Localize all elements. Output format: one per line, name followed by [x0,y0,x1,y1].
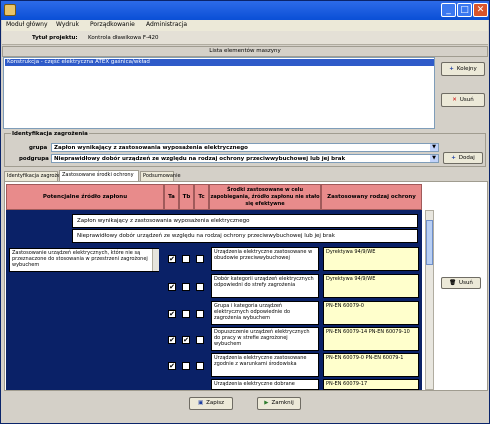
group-title: Identyfikacja zagrożenia [11,131,89,137]
project-title: Kontrola dławikowa F-420 [88,35,159,41]
tb-checkbox[interactable] [182,310,190,318]
list-item[interactable]: Konstrukcja - część elektryczna ATEX gaś… [5,59,434,66]
header-measures: Środki zastosowane w celu zapobiegania, … [209,184,321,210]
delete-icon: ✕ [452,97,457,103]
header-ta: Ta [164,184,179,210]
chevron-down-icon[interactable]: ▼ [430,144,438,151]
header-protection: Zastosowany rodzaj ochrony [321,184,422,210]
subgroup-select[interactable]: Nieprawidłowy dobór urządzeń ze względu … [51,154,439,163]
menu-item-order[interactable]: Porządkowanie [90,21,135,28]
delete-element-label: Usuń [459,97,474,103]
header-ignition-source: Potencjalne źródło zapłonu [6,184,164,210]
tb-checkbox[interactable] [182,283,190,291]
measure-cell[interactable]: Grupa i kategoria urządzeń elektrycznych… [211,301,319,325]
subgroup-select-value: Nieprawidłowy dobór urządzeń ze względu … [54,156,346,162]
tc-checkbox[interactable] [196,362,204,370]
app-icon [4,4,16,16]
add-element-button[interactable]: + Kolejny [441,62,485,76]
elements-list[interactable]: Konstrukcja - część elektryczna ATEX gaś… [3,57,435,129]
trash-icon: 🗑 [449,280,457,286]
chevron-down-icon[interactable]: ▼ [430,155,438,162]
tc-checkbox[interactable] [196,310,204,318]
protection-cell[interactable]: PN-EN 60079-14 PN-EN 60079-10 [323,327,419,351]
close-label: Zamknij [271,400,294,406]
main-window: _ □ ✕ Moduł główny Wydruk Porządkowanie … [0,0,490,424]
project-label: Tytuł projektu: [32,35,78,41]
tab-identification[interactable]: Identyfikacja zagrożenia [4,171,68,181]
delete-element-button[interactable]: ✕ Usuń [441,93,485,107]
tb-checkbox[interactable]: ✔ [182,336,190,344]
header-tc: Tc [194,184,209,210]
measure-cell[interactable]: Urządzenia elektryczne dobrane [211,379,319,390]
add-hazard-button[interactable]: + Dodaj [443,152,483,164]
protection-cell[interactable]: PN-EN 60079-0 [323,301,419,325]
title-bar: _ □ ✕ [1,1,489,20]
source-scrollbar[interactable] [152,249,159,271]
project-info: Tytuł projektu: Kontrola dławikowa F-420 [2,31,488,45]
tc-checkbox[interactable] [196,336,204,344]
delete-measure-button[interactable]: 🗑 Usuń [441,277,481,289]
header-tb: Tb [179,184,194,210]
band-subgroup: Nieprawidłowy dobór urządzeń ze względu … [72,229,418,243]
menu-item-main[interactable]: Moduł główny [6,21,48,28]
group-select[interactable]: Zapłon wynikający z zastosowania wyposaż… [51,143,439,152]
protection-cell[interactable]: Dyrektywa 94/9/WE [323,274,419,298]
measure-cell[interactable]: Urządzenia elektryczne zastosowane w obu… [211,247,319,271]
ignition-source-cell: Zastosowanie urządzeń elektrycznych, któ… [9,248,159,272]
ta-checkbox[interactable]: ✔ [168,310,176,318]
group-select-value: Zapłon wynikający z zastosowania wyposaż… [54,145,248,151]
protection-cell[interactable]: PN-EN 60079-17 [323,379,419,390]
tb-checkbox[interactable] [182,362,190,370]
close-window-button[interactable]: ▶ Zamknij [257,397,301,410]
scrollbar-thumb[interactable] [426,220,433,265]
plus-icon: + [449,66,454,72]
band-group: Zapłon wynikający z zastosowania wyposaż… [72,214,418,228]
measure-cell[interactable]: Dopuszczenie urządzeń elektrycznych do p… [211,327,319,351]
ta-checkbox[interactable]: ✔ [168,255,176,263]
tc-checkbox[interactable] [196,255,204,263]
menu-bar: Moduł główny Wydruk Porządkowanie Admini… [2,20,488,31]
tb-checkbox[interactable] [182,255,190,263]
save-label: Zapisz [206,400,225,406]
measure-cell[interactable]: Dobór kategorii urządzeń elektrycznych o… [211,274,319,298]
bottom-bar: ▣ Zapisz ▶ Zamknij [2,392,488,423]
hazard-identification-group: Identyfikacja zagrożenia grupa Zapłon wy… [4,131,486,167]
group-field-label: grupa [29,145,48,151]
add-element-label: Kolejny [456,66,477,72]
measure-cell[interactable]: Urządzenia elektryczne zastosowane zgodn… [211,353,319,377]
protection-cell[interactable]: Dyrektywa 94/9/WE [323,247,419,271]
maximize-button[interactable]: □ [457,3,472,17]
menu-item-admin[interactable]: Administracja [146,21,187,28]
minimize-button[interactable]: _ [441,3,456,17]
elements-list-header: Lista elementów maszyny [2,46,488,57]
protection-cell[interactable]: PN-EN 60079-0 PN-EN 60079-1 [323,353,419,377]
save-button[interactable]: ▣ Zapisz [189,397,233,410]
menu-item-print[interactable]: Wydruk [56,21,79,28]
subgroup-field-label: podgrupa [19,156,49,162]
close-button[interactable]: ✕ [473,3,488,17]
plus-icon: + [451,155,456,161]
add-hazard-label: Dodaj [458,155,475,161]
tab-measures[interactable]: Zastosowane środki ochrony [59,170,139,181]
ta-checkbox[interactable]: ✔ [168,283,176,291]
tc-checkbox[interactable] [196,283,204,291]
table-scrollbar[interactable] [425,210,434,390]
floppy-icon: ▣ [197,400,204,406]
ta-checkbox[interactable]: ✔ [168,362,176,370]
tab-summary[interactable]: Podsumowanie [140,171,181,181]
delete-measure-label: Usuń [459,280,473,286]
ta-checkbox[interactable]: ✔ [168,336,176,344]
exit-icon: ▶ [264,400,269,406]
